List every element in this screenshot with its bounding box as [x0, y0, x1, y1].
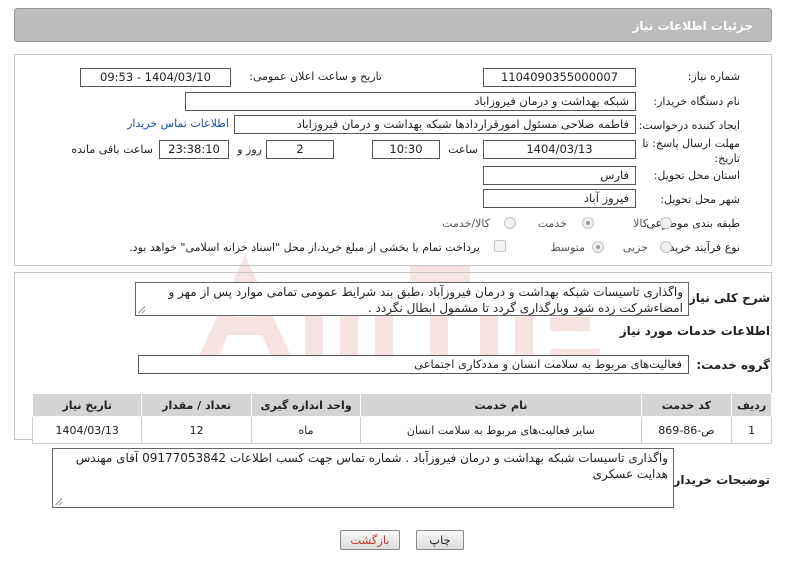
service-group-field: فعالیت‌های مربوط به سلامت انسان و مددکار… [138, 355, 689, 374]
services-table-header: ردیف کد خدمت نام خدمت واحد اندازه گیری ت… [31, 393, 772, 417]
cell-row: 1 [731, 416, 772, 444]
col-name: نام خدمت [360, 393, 642, 417]
buyer-org-label: نام دستگاه خریدار: [653, 95, 740, 108]
category-radio-goods[interactable] [660, 217, 672, 229]
days-field: 2 [266, 140, 334, 159]
deadline-label: مهلت ارسال پاسخ: تا [642, 137, 740, 150]
service-group-label: گروه خدمت: [696, 358, 770, 372]
category-option-goods-service: کالا/خدمت [442, 217, 490, 230]
back-button[interactable]: بازگشت [340, 530, 400, 550]
buyer-notes-textarea[interactable]: واگذاری تاسیسات شبکه بهداشت و درمان فیرو… [52, 448, 674, 508]
cell-name: سایر فعالیت‌های مربوط به سلامت انسان [360, 416, 642, 444]
deadline-date-field: 1404/03/13 [483, 140, 636, 159]
city-field: فیروز آباد [483, 189, 636, 208]
cell-unit: ماه [250, 416, 362, 444]
col-unit: واحد اندازه گیری [250, 393, 362, 417]
description-label: شرح کلی نیاز: [684, 291, 770, 305]
city-label: شهر محل تحویل: [660, 193, 740, 206]
province-label: استان محل تحویل: [653, 169, 740, 182]
process-radio-medium[interactable] [592, 241, 604, 253]
need-number-field: 1104090355000007 [483, 68, 636, 87]
need-number-label: شماره نیاز: [687, 70, 740, 83]
announce-field: 1404/03/10 - 09:53 [80, 68, 231, 87]
services-table: ردیف کد خدمت نام خدمت واحد اندازه گیری ت… [31, 393, 772, 444]
col-date: تاریخ نیاز [31, 393, 143, 417]
cell-qty: 12 [141, 416, 252, 444]
cell-date: 1404/03/13 [31, 416, 143, 444]
col-code: کد خدمت [640, 393, 733, 417]
contact-buyer-link[interactable]: اطلاعات تماس خریدار [127, 117, 229, 130]
remaining-time-field: 23:38:10 [159, 140, 229, 159]
province-field: فارس [483, 166, 636, 185]
days-label: روز و [237, 143, 262, 156]
process-label: نوع فرآیند خرید : [662, 241, 740, 254]
resize-handle-icon[interactable] [138, 306, 145, 313]
category-radio-service[interactable] [582, 217, 594, 229]
buyer-org-field: شبکه بهداشت و درمان فیروزاباد [185, 92, 636, 111]
table-row: 1 ص-86-869 سایر فعالیت‌های مربوط به سلام… [31, 416, 772, 444]
category-radio-goods-service[interactable] [504, 217, 516, 229]
cell-code: ص-86-869 [640, 416, 733, 444]
creator-field: فاطمه صلاحی مسئول امورقراردادها شبکه بهد… [234, 115, 636, 134]
announce-label: تاریخ و ساعت اعلان عمومی: [249, 70, 382, 83]
category-option-goods: کالا [633, 217, 648, 230]
creator-label: ایجاد کننده درخواست: [638, 119, 740, 132]
deadline-label-date: تاریخ: [714, 152, 740, 165]
process-option-partial: جزیی [622, 241, 648, 254]
description-textarea[interactable]: واگذاری تاسیسات شبکه بهداشت و درمان فیرو… [135, 282, 689, 316]
buyer-notes-label: توضیحات خریدار: [668, 473, 770, 487]
treasury-checkbox[interactable] [494, 240, 506, 252]
buyer-notes-text: واگذاری تاسیسات شبکه بهداشت و درمان فیرو… [75, 451, 668, 481]
print-button[interactable]: چاپ [416, 530, 464, 550]
panel-title: جزئیات اطلاعات نیاز [14, 8, 772, 42]
process-option-medium: متوسط [550, 241, 585, 254]
category-option-service: خدمت [537, 217, 567, 230]
col-qty: تعداد / مقدار [141, 393, 252, 417]
deadline-time-field: 10:30 [372, 140, 440, 159]
resize-handle-icon[interactable] [55, 498, 62, 505]
process-radio-partial[interactable] [660, 241, 672, 253]
remaining-label: ساعت باقی مانده [71, 143, 153, 156]
col-row: ردیف [731, 393, 772, 417]
description-text: واگذاری تاسیسات شبکه بهداشت و درمان فیرو… [168, 285, 683, 315]
services-section-title: اطلاعات خدمات مورد نیاز [619, 324, 770, 338]
payment-note: پرداخت تمام یا بخشی از مبلغ خرید،از محل … [129, 241, 480, 254]
deadline-time-label: ساعت [448, 143, 478, 156]
category-label: طبقه بندی موضوعی: [642, 217, 740, 230]
